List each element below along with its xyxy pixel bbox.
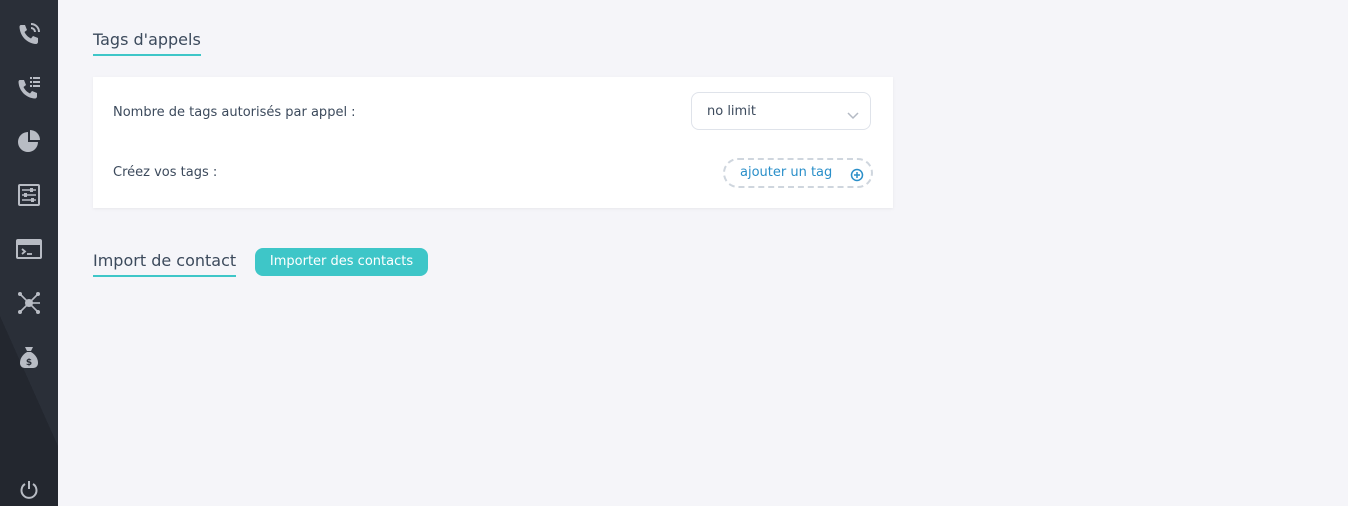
nav-calls[interactable]: [0, 14, 58, 54]
terminal-window-icon: [15, 237, 43, 261]
pie-chart-icon: [16, 128, 42, 154]
network-icon: [16, 290, 42, 316]
import-contacts-button[interactable]: Importer des contacts: [255, 248, 428, 276]
tags-card: Nombre de tags autorisés par appel : no …: [93, 77, 893, 208]
create-tags-label: Créez vos tags :: [113, 165, 218, 180]
nav-integrations[interactable]: [0, 283, 58, 323]
add-tag-button[interactable]: ajouter un tag: [723, 158, 873, 188]
nav-statistics[interactable]: [0, 121, 58, 161]
tags-section-title: Tags d'appels: [93, 30, 201, 56]
tag-limit-select[interactable]: no limit: [691, 92, 871, 130]
tag-limit-value: no limit: [707, 104, 756, 119]
main-content: Tags d'appels Nombre de tags autorisés p…: [58, 0, 1348, 506]
logout-button[interactable]: [0, 470, 58, 506]
svg-text:$: $: [26, 358, 32, 368]
sidebar: $: [0, 0, 58, 506]
power-icon: [18, 479, 40, 501]
nav-billing[interactable]: $: [0, 337, 58, 377]
nav-settings[interactable]: [0, 175, 58, 215]
settings-sliders-icon: [16, 182, 42, 208]
call-list-icon: [16, 74, 42, 100]
tag-limit-label: Nombre de tags autorisés par appel :: [113, 105, 356, 120]
plus-circle-icon: [850, 167, 864, 186]
nav-developer[interactable]: [0, 229, 58, 269]
add-tag-label: ajouter un tag: [740, 165, 833, 180]
money-bag-icon: $: [16, 344, 42, 370]
import-section-title: Import de contact: [93, 251, 237, 277]
chevron-down-icon: [846, 105, 860, 124]
nav-call-list[interactable]: [0, 67, 58, 107]
phone-calls-icon: [16, 21, 42, 47]
